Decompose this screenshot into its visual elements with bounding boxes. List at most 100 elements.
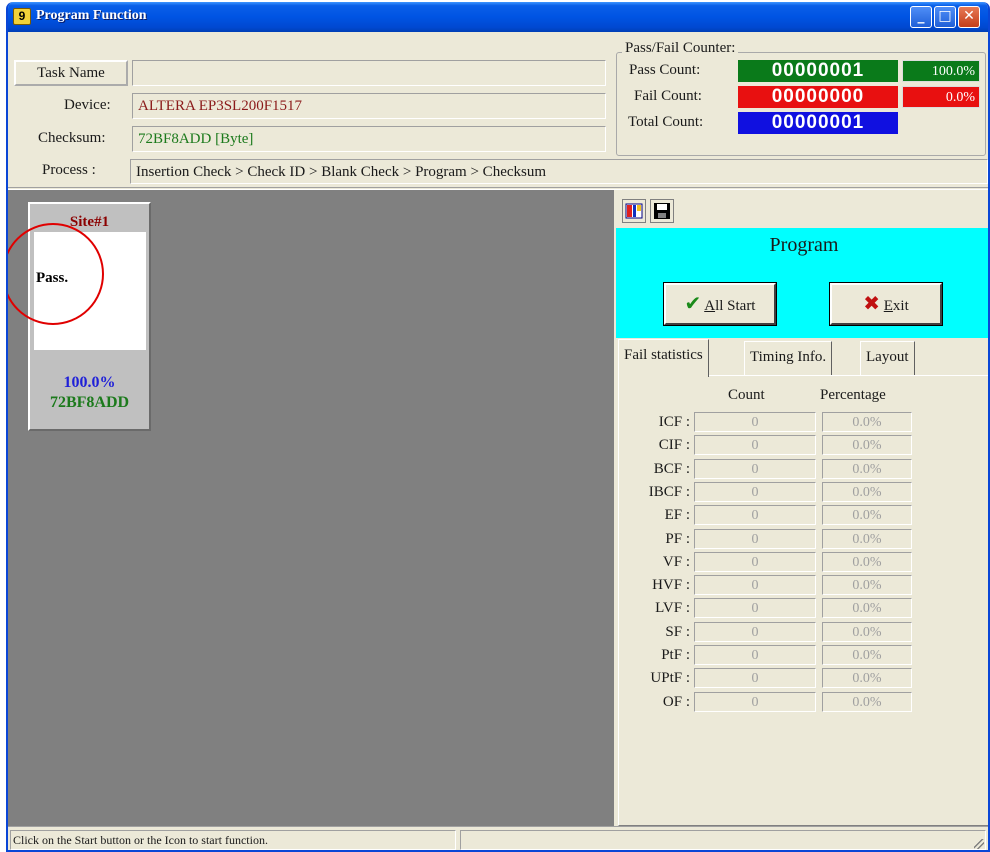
program-function-window: 9 Program Function _ □ ✕ Task Name Devic…: [6, 2, 990, 852]
fail-stat-percentage: 0.0%: [822, 505, 912, 525]
fail-stat-percentage: 0.0%: [822, 412, 912, 432]
fail-stat-label: PF :: [665, 531, 690, 547]
fail-stat-label: OF :: [662, 694, 690, 710]
total-count-value: 00000001: [738, 112, 898, 134]
total-count-label: Total Count:: [628, 114, 704, 130]
fail-stat-label: BCF :: [653, 461, 690, 477]
fail-stat-percentage: 0.0%: [822, 622, 912, 642]
fail-stat-label: LVF :: [655, 600, 690, 616]
fail-stat-label: HVF :: [652, 577, 690, 593]
fail-stat-label: VF :: [662, 554, 690, 570]
tab-fail-statistics[interactable]: Fail statistics: [618, 339, 709, 377]
counter-group-title: Pass/Fail Counter:: [622, 40, 739, 57]
device-label: Device:: [64, 97, 111, 113]
device-field: ALTERA EP3SL200F1517: [132, 93, 606, 119]
fail-stat-label: UPtF :: [650, 670, 690, 686]
fail-percentage: 0.0%: [902, 86, 980, 108]
percentage-header: Percentage: [820, 387, 886, 403]
layout-icon: [625, 203, 643, 219]
fail-stat-count: 0: [694, 412, 816, 432]
site-percentage: 100.0%: [63, 374, 116, 391]
fail-stat-count: 0: [694, 645, 816, 665]
process-field: Insertion Check > Check ID > Blank Check…: [130, 159, 988, 184]
highlight-circle-annotation: [8, 223, 104, 325]
layout-icon-button[interactable]: [622, 199, 646, 223]
count-header: Count: [728, 387, 765, 403]
fail-stat-label: SF :: [665, 624, 690, 640]
x-icon: ✖: [863, 291, 880, 315]
process-label: Process :: [42, 162, 96, 178]
fail-stat-percentage: 0.0%: [822, 598, 912, 618]
fail-stat-row: PtF :0 0.0%: [8, 645, 988, 665]
fail-stat-count: 0: [694, 529, 816, 549]
fail-stat-row: SF :0 0.0%: [8, 622, 988, 642]
window-title: Program Function: [36, 8, 147, 23]
fail-stat-row: BCF :0 0.0%: [8, 459, 988, 479]
fail-stat-percentage: 0.0%: [822, 668, 912, 688]
tab-layout[interactable]: Layout: [860, 341, 915, 375]
fail-stat-label: IBCF :: [648, 484, 690, 500]
fail-stat-percentage: 0.0%: [822, 692, 912, 712]
checksum-label: Checksum:: [38, 130, 106, 146]
fail-stat-percentage: 0.0%: [822, 482, 912, 502]
close-icon: ✕: [963, 8, 975, 24]
pass-count-label: Pass Count:: [629, 62, 701, 78]
fail-count-value: 00000000: [738, 86, 898, 108]
minimize-icon: _: [917, 8, 925, 24]
fail-stat-count: 0: [694, 622, 816, 642]
task-name-button[interactable]: Task Name: [14, 60, 128, 86]
minimize-button[interactable]: _: [910, 6, 932, 28]
fail-stat-label: CIF :: [658, 437, 690, 453]
fail-stat-percentage: 0.0%: [822, 435, 912, 455]
fail-stat-row: VF :0 0.0%: [8, 552, 988, 572]
fail-stat-row: UPtF :0 0.0%: [8, 668, 988, 688]
fail-stat-label: ICF :: [658, 414, 690, 430]
fail-stat-count: 0: [694, 459, 816, 479]
pass-percentage: 100.0%: [902, 60, 980, 82]
fail-stat-percentage: 0.0%: [822, 645, 912, 665]
status-message: Click on the Start button or the Icon to…: [10, 830, 456, 850]
maximize-icon: □: [938, 8, 952, 24]
tab-timing-info[interactable]: Timing Info.: [744, 341, 833, 375]
fail-stat-count: 0: [694, 482, 816, 502]
fail-stat-row: ICF :0 0.0%: [8, 412, 988, 432]
fail-stat-percentage: 0.0%: [822, 552, 912, 572]
exit-button[interactable]: ✖ Exit: [829, 282, 943, 326]
maximize-button[interactable]: □: [934, 6, 956, 28]
fail-stat-count: 0: [694, 552, 816, 572]
checkmark-icon: ✔: [684, 291, 702, 315]
fail-stat-label: EF :: [664, 507, 690, 523]
operation-title: Program: [769, 234, 839, 256]
fail-stat-row: EF :0 0.0%: [8, 505, 988, 525]
fail-stat-row: CIF :0 0.0%: [8, 435, 988, 455]
all-start-button[interactable]: ✔ All Start: [663, 282, 777, 326]
fail-stat-label: PtF :: [661, 647, 690, 663]
operation-panel: Program ✔ All Start ✖ Exit: [616, 228, 988, 338]
fail-stat-percentage: 0.0%: [822, 529, 912, 549]
fail-stat-row: IBCF :0 0.0%: [8, 482, 988, 502]
fail-stat-count: 0: [694, 505, 816, 525]
save-icon-button[interactable]: [650, 199, 674, 223]
fail-stat-count: 0: [694, 668, 816, 688]
resize-grip-icon[interactable]: [974, 839, 984, 849]
fail-count-label: Fail Count:: [634, 88, 702, 104]
fail-stat-count: 0: [694, 692, 816, 712]
fail-stat-row: OF :0 0.0%: [8, 692, 988, 712]
fail-stat-row: HVF :0 0.0%: [8, 575, 988, 595]
save-icon: [654, 203, 670, 219]
fail-stat-count: 0: [694, 598, 816, 618]
fail-stat-row: PF :0 0.0%: [8, 529, 988, 549]
task-name-field[interactable]: [132, 60, 606, 86]
title-bar: 9 Program Function _ □ ✕: [8, 2, 988, 32]
app-icon: 9: [13, 8, 31, 25]
status-panel-secondary: [460, 830, 986, 850]
checksum-field: 72BF8ADD [Byte]: [132, 126, 606, 152]
fail-stat-row: LVF :0 0.0%: [8, 598, 988, 618]
status-bar: Click on the Start button or the Icon to…: [8, 826, 988, 850]
fail-stat-count: 0: [694, 575, 816, 595]
site-checksum: 72BF8ADD: [49, 394, 130, 411]
fail-stat-percentage: 0.0%: [822, 459, 912, 479]
fail-stat-count: 0: [694, 435, 816, 455]
fail-stat-percentage: 0.0%: [822, 575, 912, 595]
close-button[interactable]: ✕: [958, 6, 980, 28]
